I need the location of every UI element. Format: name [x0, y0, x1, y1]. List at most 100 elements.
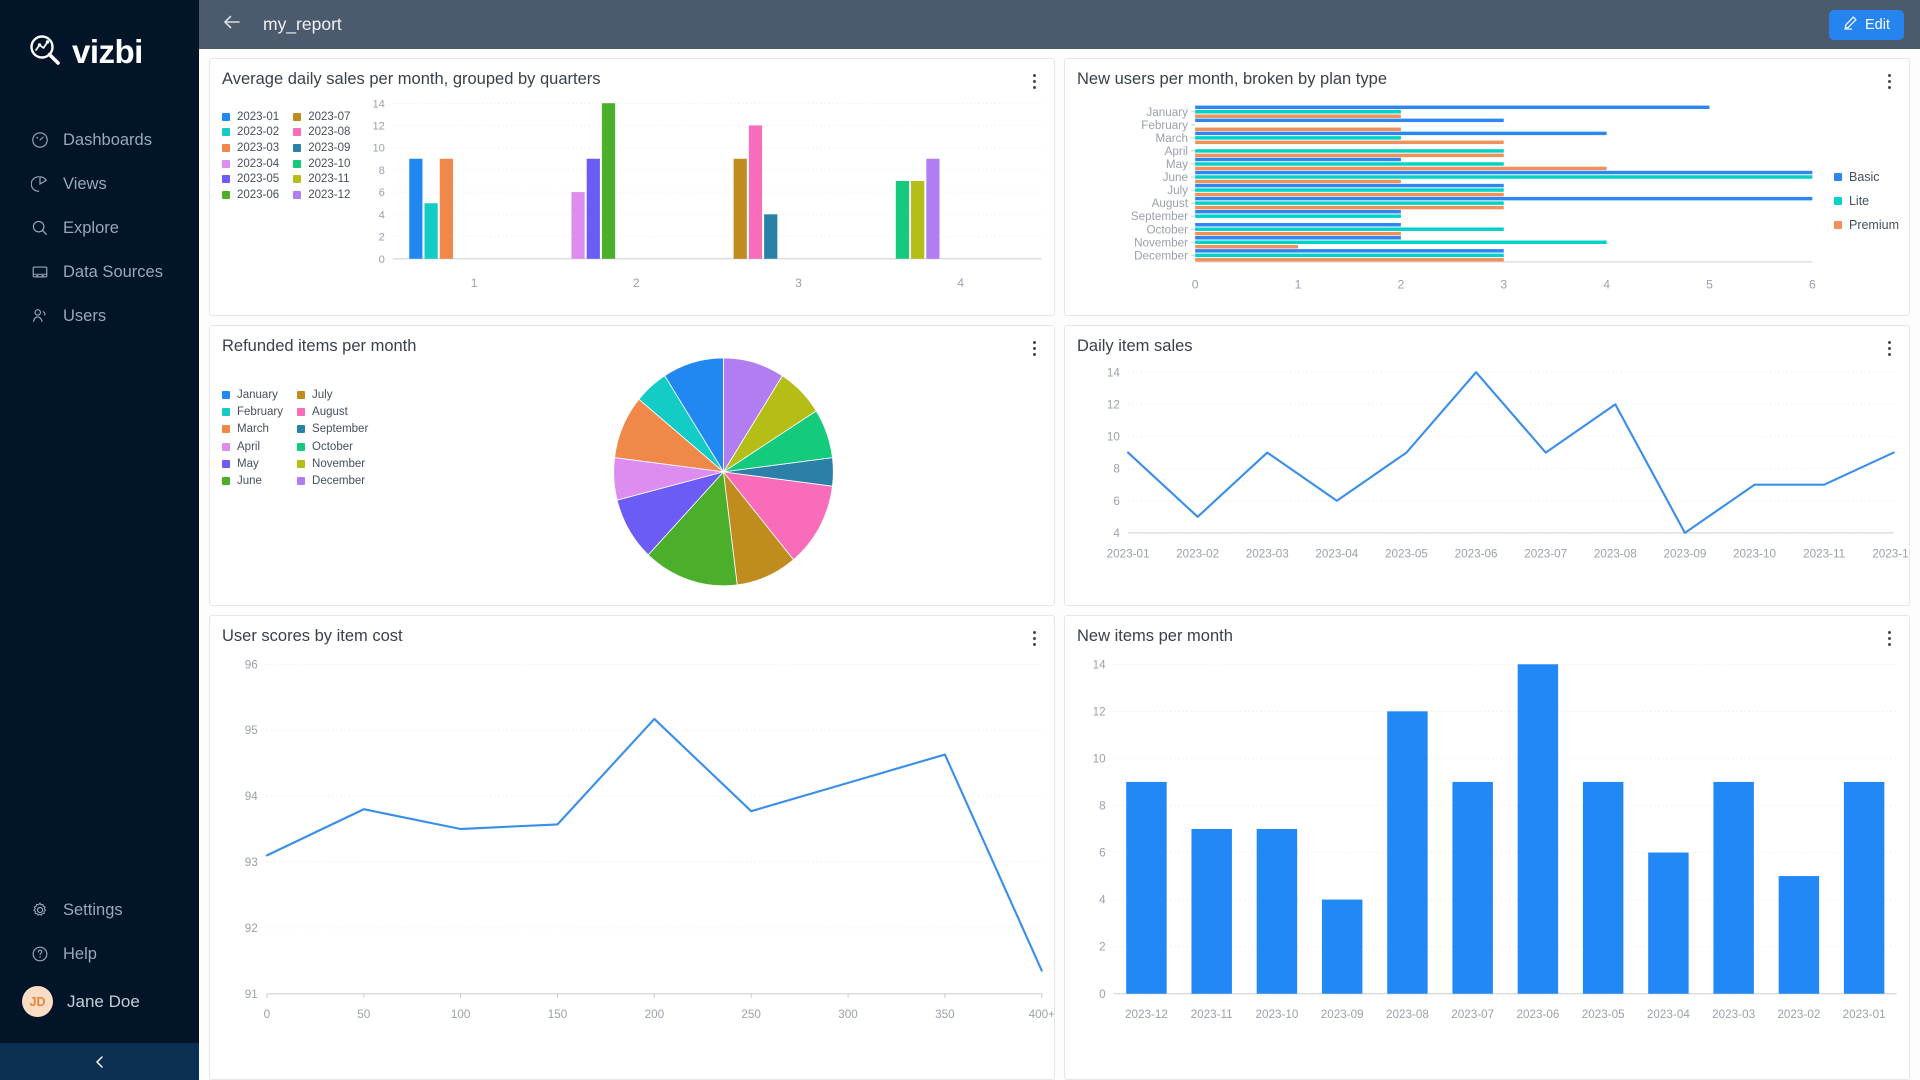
- bar[interactable]: [1195, 157, 1401, 162]
- bar[interactable]: [1191, 828, 1232, 994]
- bar[interactable]: [1195, 149, 1504, 153]
- line-series[interactable]: [265, 717, 1043, 972]
- sidebar-item-label: Help: [63, 944, 97, 963]
- axis-tick-label: 4: [1603, 277, 1610, 291]
- bar[interactable]: [1195, 249, 1504, 253]
- sidebar-item-help[interactable]: Help: [0, 932, 199, 976]
- bar[interactable]: [1195, 188, 1504, 192]
- bar[interactable]: [1195, 140, 1504, 145]
- sidebar-item-settings[interactable]: Settings: [0, 888, 199, 932]
- bar[interactable]: [1195, 201, 1504, 205]
- bar[interactable]: [1195, 214, 1401, 218]
- bar[interactable]: [1126, 781, 1167, 994]
- axis-tick-label: 6: [379, 187, 385, 199]
- bar[interactable]: [1195, 245, 1299, 249]
- bar[interactable]: [1452, 781, 1493, 994]
- bar[interactable]: [1195, 240, 1607, 244]
- bar[interactable]: [439, 158, 453, 259]
- axis-tick-label: 2023-03: [1246, 547, 1289, 560]
- bar[interactable]: [1195, 175, 1813, 179]
- bar[interactable]: [748, 125, 763, 259]
- bar[interactable]: [1195, 183, 1504, 188]
- kebab-menu-icon[interactable]: [1881, 70, 1897, 89]
- sidebar-item-views[interactable]: Views: [0, 162, 199, 206]
- bar[interactable]: [1195, 253, 1504, 258]
- bar[interactable]: [1195, 118, 1504, 123]
- axis-tick-label: 10: [1093, 752, 1107, 765]
- bar[interactable]: [926, 158, 940, 259]
- bar[interactable]: [1195, 153, 1504, 158]
- sidebar-item-users[interactable]: Users: [0, 294, 199, 338]
- bar[interactable]: [1195, 127, 1401, 132]
- card-title: User scores by item cost: [222, 627, 403, 645]
- sidebar-item-explore[interactable]: Explore: [0, 206, 199, 250]
- bar[interactable]: [1648, 852, 1689, 994]
- axis-tick-label: 92: [245, 922, 258, 935]
- brand-logo[interactable]: vizbi: [0, 0, 199, 70]
- bar[interactable]: [911, 180, 925, 259]
- axis-tick-label: 8: [1113, 463, 1120, 476]
- bar[interactable]: [1195, 192, 1504, 197]
- card-body: 2023-01 2023-02 2023-03 2023-04 2023-05 2023-…: [210, 91, 1054, 315]
- bar[interactable]: [1195, 205, 1504, 210]
- bar[interactable]: [1195, 258, 1504, 262]
- sidebar-item-label: Explore: [63, 218, 119, 237]
- edit-button[interactable]: Edit: [1829, 9, 1904, 40]
- kebab-menu-icon[interactable]: [1881, 337, 1897, 356]
- bar[interactable]: [1843, 781, 1885, 994]
- bar[interactable]: [1195, 162, 1504, 166]
- chart-canvas: 4 6 8 10 12 14 2023-01 2023-02 2023-03 2023-04 202…: [1107, 366, 1909, 560]
- bar[interactable]: [1321, 899, 1363, 994]
- bar[interactable]: [764, 214, 778, 259]
- bar[interactable]: [1195, 223, 1401, 227]
- card-body: Basic Lite Premium 0 1 2 3 4 5 6 January February M…: [1065, 91, 1909, 315]
- sidebar-item-data-sources[interactable]: Data Sources: [0, 250, 199, 294]
- bar[interactable]: [1195, 231, 1401, 236]
- sidebar-item-dashboards[interactable]: Dashboards: [0, 118, 199, 162]
- sidebar-user[interactable]: JD Jane Doe: [0, 976, 199, 1025]
- axis-tick-label: 95: [245, 724, 258, 737]
- bar[interactable]: [733, 158, 747, 259]
- bar[interactable]: [586, 158, 600, 259]
- bar[interactable]: [1195, 105, 1710, 110]
- bar[interactable]: [1195, 227, 1504, 231]
- kebab-menu-icon[interactable]: [1026, 337, 1042, 356]
- line-series[interactable]: [1126, 371, 1895, 534]
- bar[interactable]: [424, 203, 438, 259]
- bar[interactable]: [1517, 664, 1559, 994]
- bar[interactable]: [1195, 131, 1607, 136]
- bar[interactable]: [1195, 170, 1813, 175]
- back-button[interactable]: [219, 12, 245, 38]
- card-header: Average daily sales per month, grouped b…: [210, 59, 1054, 91]
- sidebar-collapse-button[interactable]: [0, 1043, 199, 1080]
- kebab-menu-icon[interactable]: [1026, 627, 1042, 646]
- bar[interactable]: [1195, 136, 1401, 140]
- kebab-menu-icon[interactable]: [1026, 70, 1042, 89]
- bar[interactable]: [1582, 781, 1624, 994]
- bar[interactable]: [1713, 781, 1754, 994]
- bar[interactable]: [1195, 179, 1401, 184]
- card-title: New items per month: [1077, 627, 1233, 645]
- bar[interactable]: [601, 103, 616, 259]
- axis-tick-label: 350: [935, 1008, 955, 1021]
- card-body: January February March April May June July Augu…: [210, 358, 1054, 605]
- axis-tick-label: September: [1131, 210, 1188, 223]
- bar[interactable]: [1195, 110, 1401, 114]
- bar[interactable]: [1195, 209, 1401, 214]
- bar[interactable]: [1778, 876, 1820, 994]
- bar[interactable]: [1195, 166, 1607, 171]
- bar[interactable]: [409, 158, 423, 259]
- bar[interactable]: [1195, 196, 1813, 201]
- bar[interactable]: [895, 180, 910, 259]
- axis-tick-label: December: [1134, 249, 1188, 262]
- axis-tick-label: 4: [379, 209, 385, 221]
- bar[interactable]: [1195, 236, 1401, 240]
- bar[interactable]: [1256, 828, 1298, 994]
- card-title: Daily item sales: [1077, 337, 1193, 355]
- chevron-left-icon: [92, 1054, 108, 1070]
- pencil-icon: [1843, 15, 1858, 34]
- bar[interactable]: [571, 192, 585, 259]
- bar[interactable]: [1195, 114, 1401, 118]
- bar[interactable]: [1387, 711, 1428, 994]
- kebab-menu-icon[interactable]: [1881, 627, 1897, 646]
